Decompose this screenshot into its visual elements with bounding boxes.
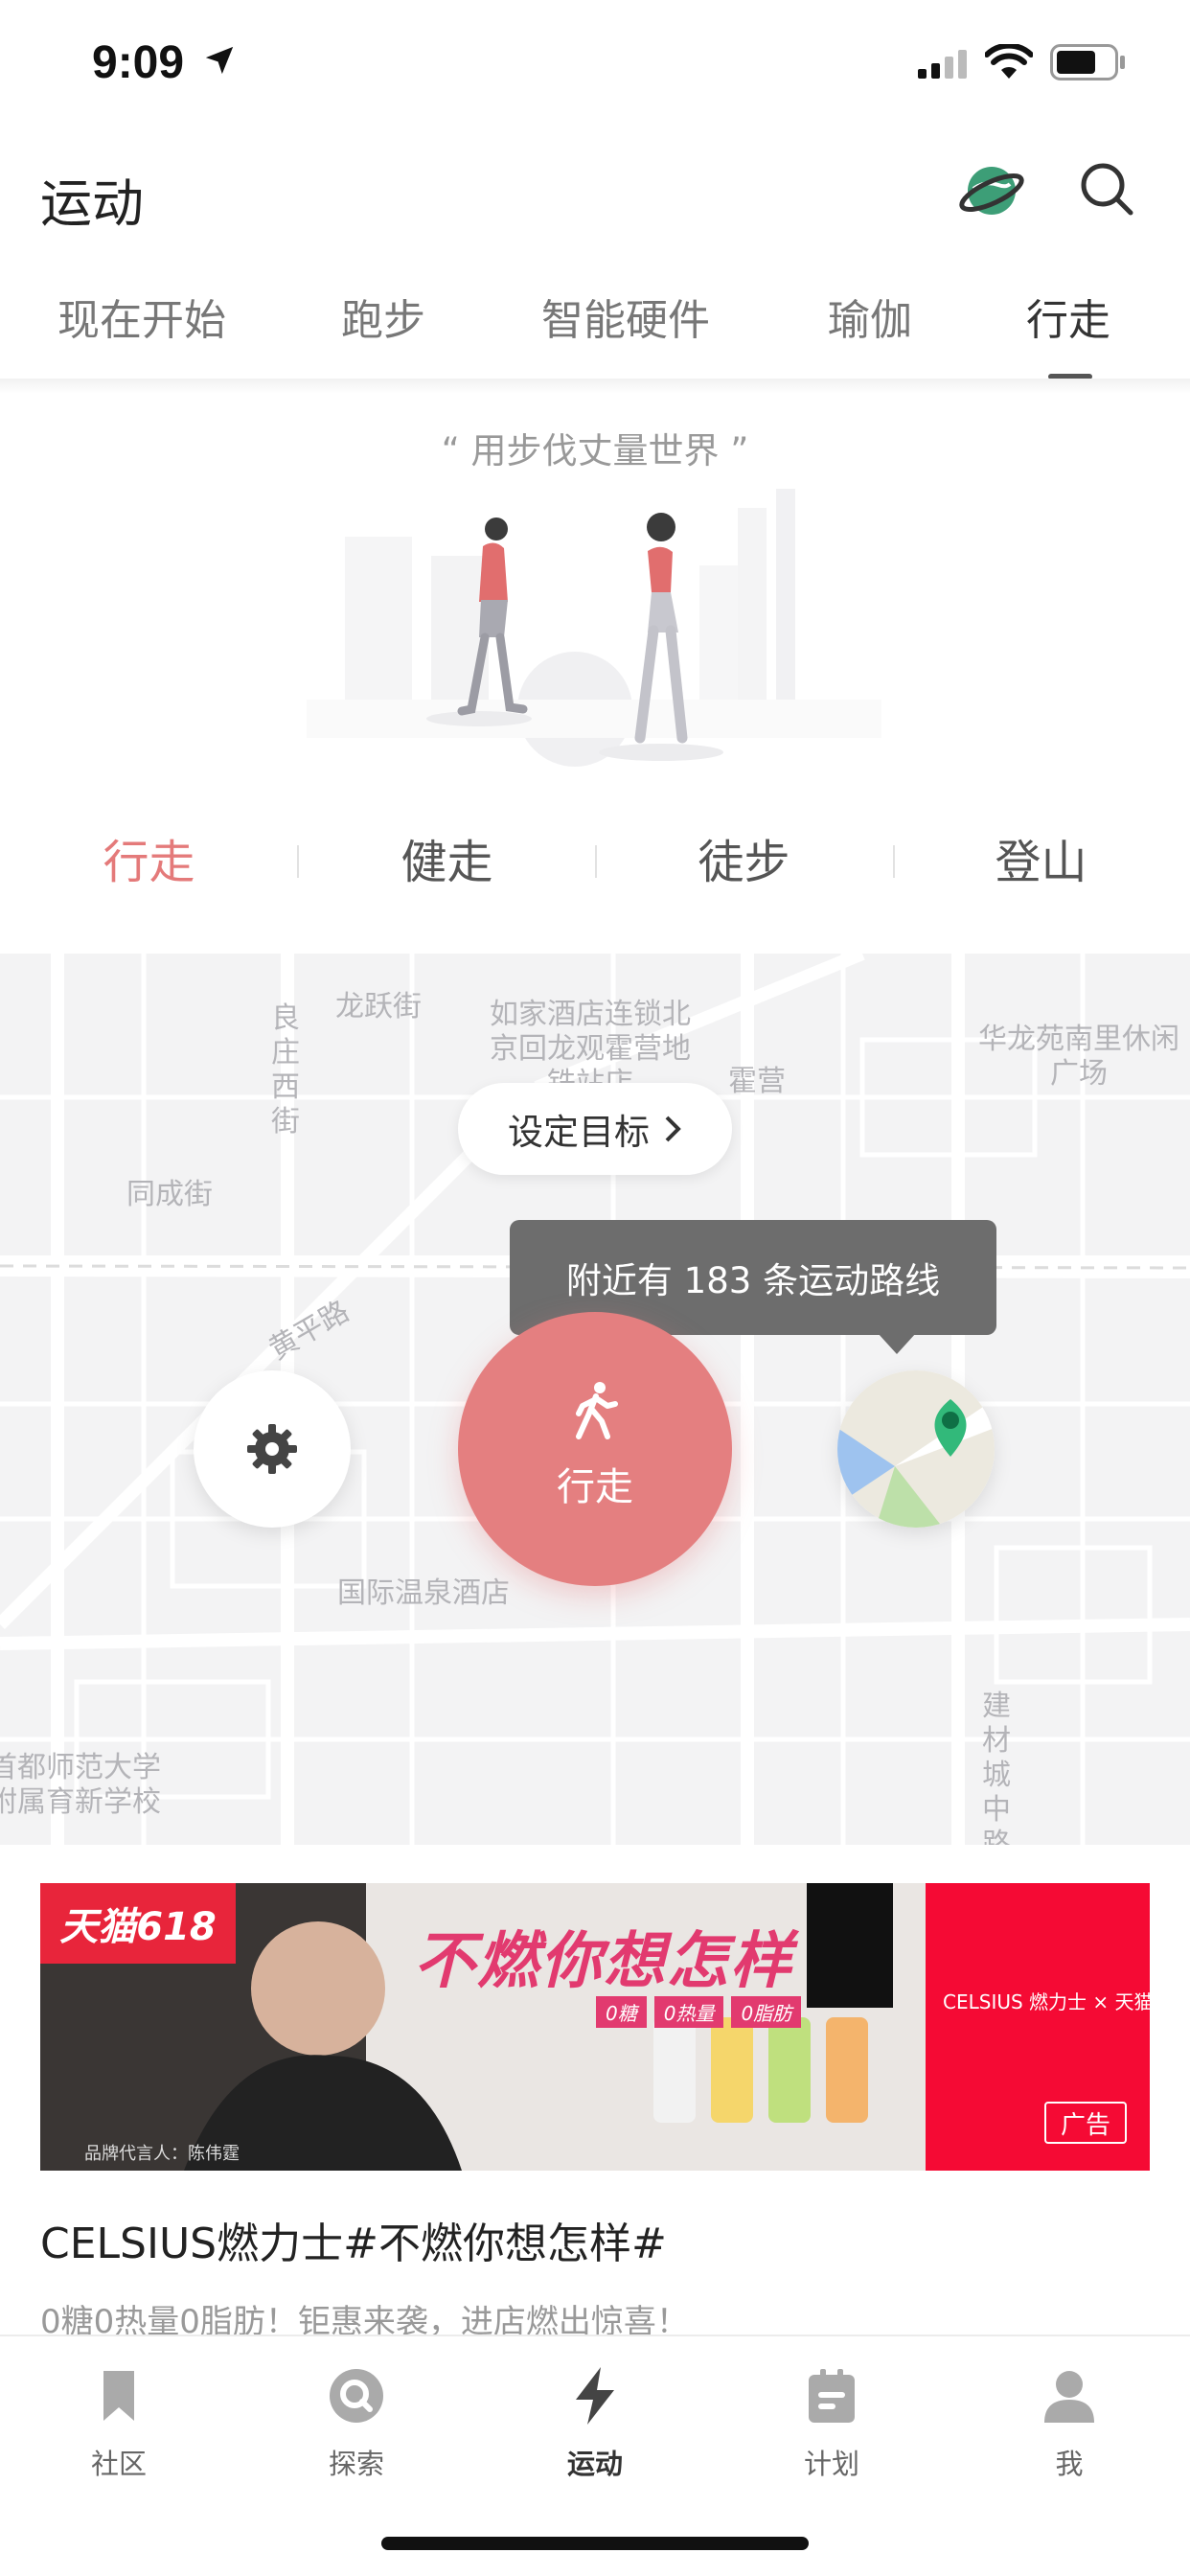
- cellular-signal-icon: [918, 50, 967, 79]
- wifi-icon: [985, 44, 1033, 79]
- start-walking-label: 行走: [557, 1465, 633, 1509]
- ad-spokesperson-caption: 品牌代言人：陈伟霆: [84, 2144, 240, 2164]
- ad-chip: 0热量: [653, 1996, 724, 2028]
- map-pin-icon: [837, 1370, 995, 1528]
- tooltip-tail: [878, 1333, 916, 1354]
- person-icon: [1044, 2371, 1094, 2423]
- subtab-walking[interactable]: 行走: [0, 824, 298, 891]
- map-label: 首都师范大学附属育新学校: [0, 1751, 161, 1819]
- settings-button[interactable]: [194, 1370, 351, 1528]
- nav-label: 探索: [328, 2448, 384, 2480]
- map-label: 国际温泉酒店: [337, 1576, 510, 1610]
- nav-plan[interactable]: 计划: [736, 2363, 927, 2482]
- map-label: 华龙苑南里休闲广场: [978, 1023, 1179, 1091]
- map-label: 同成街: [126, 1178, 213, 1211]
- subtab-mountaineering[interactable]: 登山: [892, 824, 1190, 891]
- lightning-icon: [576, 2367, 614, 2425]
- tabs-divider: [0, 379, 1190, 394]
- status-time: 9:09: [92, 37, 185, 88]
- start-walking-button[interactable]: 行走: [458, 1312, 732, 1586]
- home-indicator[interactable]: [381, 2537, 809, 2550]
- subtab-power-walking[interactable]: 健走: [298, 824, 596, 891]
- header: 运动: [0, 134, 1190, 249]
- set-goal-button[interactable]: 设定目标: [458, 1083, 732, 1175]
- tab-walking[interactable]: 行走: [1026, 286, 1110, 347]
- ad-chip: 0脂肪: [731, 1996, 802, 2028]
- tab-running[interactable]: 跑步: [341, 286, 425, 347]
- ad-banner[interactable]: 天猫618 不燃你想怎样 0糖 0热量 0脂肪 品牌代言人：陈伟霆 CELSIU…: [40, 1883, 1150, 2171]
- nav-profile[interactable]: 我: [973, 2363, 1165, 2482]
- page-title: 运动: [40, 173, 144, 234]
- tmall-618-tag: 天猫618: [40, 1883, 236, 1964]
- walker-icon: [576, 1382, 618, 1439]
- ad-chips: 0糖 0热量 0脂肪: [596, 1996, 802, 2028]
- battery-icon: [1050, 44, 1125, 80]
- nav-explore[interactable]: 探索: [261, 2363, 452, 2482]
- map-label: 良庄西街: [271, 1001, 300, 1138]
- tab-yoga[interactable]: 瑜伽: [828, 286, 912, 347]
- planet-icon[interactable]: [956, 155, 1027, 226]
- location-arrow-icon: [205, 46, 234, 75]
- nav-workout[interactable]: 运动: [499, 2363, 691, 2482]
- nav-label: 我: [1055, 2448, 1084, 2480]
- tab-start-now[interactable]: 现在开始: [57, 286, 226, 347]
- bookmark-icon: [103, 2371, 134, 2421]
- search-icon[interactable]: [1077, 159, 1136, 218]
- nav-label: 计划: [803, 2448, 859, 2480]
- calendar-icon: [809, 2369, 855, 2423]
- explore-icon: [330, 2369, 383, 2423]
- map-label: 建材城中路: [982, 1690, 1011, 1845]
- route-map[interactable]: 龙跃街 良庄西街 如家酒店连锁北京回龙观霍营地铁站店 霍营 华龙苑南里休闲广场 …: [0, 954, 1190, 1845]
- tab-smart-hardware[interactable]: 智能硬件: [541, 286, 710, 347]
- ad-brand-text: CELSIUS 燃力士 × 天猫: [943, 1990, 1150, 2013]
- category-tabs: 现在开始 跑步 智能硬件 瑜伽 行走: [0, 268, 1190, 383]
- hero-slogan: “ 用步伐丈量世界 ”: [441, 430, 749, 472]
- status-bar: 9:09: [0, 0, 1190, 129]
- chevron-right-icon: [665, 1116, 681, 1142]
- set-goal-label: 设定目标: [508, 1112, 650, 1153]
- gear-icon: [247, 1424, 297, 1474]
- walking-couple-illustration: [307, 489, 881, 767]
- map-label: 龙跃街: [335, 990, 422, 1024]
- walking-type-tabs: 行走 健走 徒步 登山: [0, 824, 1190, 901]
- nav-label: 运动: [566, 2448, 623, 2480]
- ad-headline: 不燃你想怎样: [414, 1926, 793, 1997]
- subtab-hiking[interactable]: 徒步: [595, 824, 893, 891]
- ad-badge: 广告: [1044, 2102, 1127, 2144]
- nav-label: 社区: [90, 2448, 147, 2480]
- map-label: 霍营: [728, 1065, 786, 1098]
- ad-title[interactable]: CELSIUS燃力士#不燃你想怎样#: [40, 2209, 667, 2270]
- ad-chip: 0糖: [596, 1996, 647, 2028]
- route-map-button[interactable]: [837, 1370, 995, 1528]
- nav-community[interactable]: 社区: [23, 2363, 215, 2482]
